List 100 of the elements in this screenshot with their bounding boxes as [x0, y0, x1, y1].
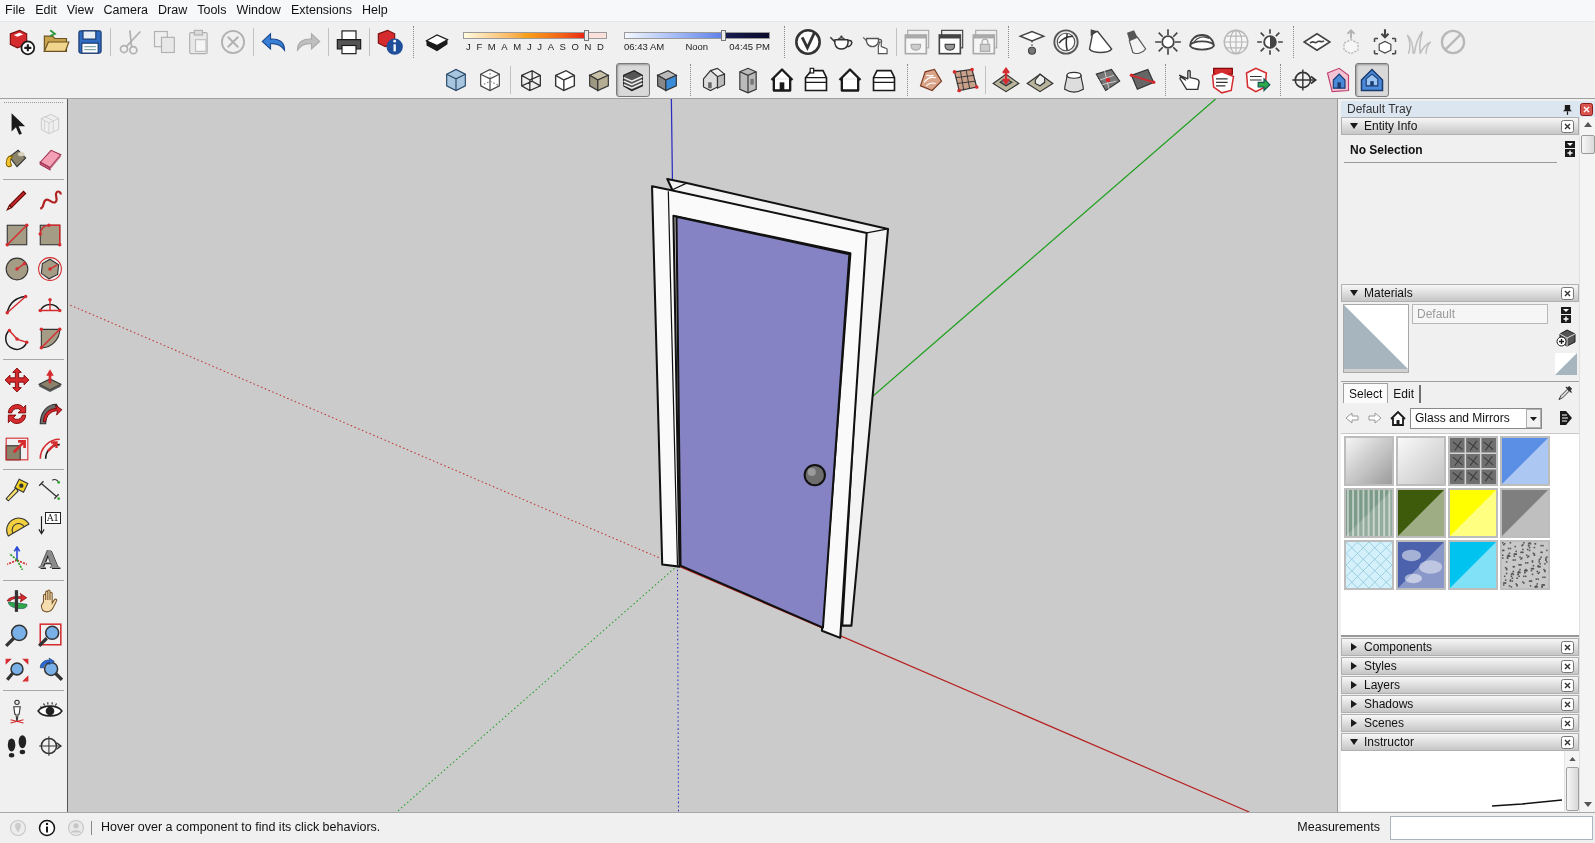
component-attributes-icon[interactable]: [1243, 65, 1271, 94]
sphere-icon[interactable]: [1052, 27, 1080, 56]
panel-header[interactable]: Styles: [1341, 657, 1579, 675]
v-circle-icon[interactable]: [794, 27, 822, 56]
house-outline-icon[interactable]: [836, 65, 864, 94]
component-options-icon[interactable]: [1209, 65, 1237, 94]
triangle-right-icon[interactable]: [1350, 643, 1358, 651]
triangle-right-icon[interactable]: [1350, 662, 1358, 670]
time-slider[interactable]: [624, 31, 770, 39]
measurements-field[interactable]: [1390, 815, 1593, 840]
box-down-arrow-icon[interactable]: [1371, 27, 1399, 56]
material-swatch[interactable]: [1344, 488, 1394, 538]
printer-icon[interactable]: [335, 27, 363, 56]
grid-mesh-icon[interactable]: [951, 65, 979, 94]
eyedropper-icon[interactable]: [1558, 385, 1573, 401]
pencil-icon[interactable]: [3, 187, 30, 214]
panel-tab[interactable]: Select: [1343, 383, 1389, 403]
scroll-up-arrow-icon[interactable]: [1568, 757, 1576, 761]
material-swatch[interactable]: [1396, 540, 1446, 590]
scroll-down-arrow-icon[interactable]: [1583, 802, 1592, 807]
menu-item[interactable]: Extensions: [285, 1, 358, 20]
triangle-right-icon[interactable]: [1350, 681, 1358, 689]
material-swatch[interactable]: [1448, 436, 1498, 486]
panel-header[interactable]: Layers: [1341, 676, 1579, 694]
slider-thumb[interactable]: [584, 29, 590, 41]
box-plus-icon[interactable]: [1556, 329, 1576, 347]
house-plane-icon[interactable]: [1324, 65, 1352, 94]
stack-plus-icon[interactable]: [1561, 307, 1571, 323]
rectangle-arc-icon[interactable]: [36, 221, 63, 248]
triangle-down-icon[interactable]: [1350, 738, 1358, 746]
stack-plus-icon[interactable]: [1565, 141, 1575, 157]
four-way-arrow-icon[interactable]: [3, 366, 30, 393]
collection-dropdown[interactable]: Glass and Mirrors: [1410, 407, 1542, 429]
caret-icon[interactable]: [1526, 408, 1541, 428]
slider-thumb[interactable]: [720, 29, 726, 41]
menu-item[interactable]: Camera: [98, 1, 154, 20]
material-swatch[interactable]: [1448, 488, 1498, 538]
menu-item[interactable]: View: [61, 1, 99, 20]
panel-header[interactable]: Components: [1341, 638, 1579, 656]
cone-icon[interactable]: [1086, 27, 1114, 56]
material-swatch[interactable]: [1396, 436, 1446, 486]
home-icon[interactable]: [1390, 410, 1406, 426]
scrollbar-thumb[interactable]: [1565, 767, 1579, 811]
scale-icon[interactable]: [3, 435, 30, 462]
details-arrow-icon[interactable]: [1559, 410, 1573, 426]
window-teapot-icon[interactable]: [937, 27, 965, 56]
material-swatch[interactable]: [1500, 436, 1550, 486]
terrain-arrow-icon[interactable]: [992, 65, 1020, 94]
info-icon[interactable]: [37, 818, 56, 837]
menu-item[interactable]: Edit: [30, 1, 62, 20]
close-icon[interactable]: [1561, 735, 1574, 749]
text-tool-button[interactable]: A1: [33, 507, 66, 542]
material-swatch[interactable]: [1448, 540, 1498, 590]
tape-measure-icon[interactable]: [3, 477, 30, 504]
material-swatch[interactable]: [1344, 540, 1394, 590]
triangle-down-icon[interactable]: [1350, 289, 1358, 297]
close-icon[interactable]: [1561, 659, 1574, 673]
info-icon[interactable]: [376, 27, 404, 56]
half-sun-icon[interactable]: [1256, 27, 1284, 56]
house-outline-icon[interactable]: [768, 65, 796, 94]
scrollbar[interactable]: [1579, 117, 1595, 812]
close-icon[interactable]: [1561, 678, 1574, 692]
panel-header[interactable]: Entity Info: [1341, 117, 1579, 135]
scrollbar-thumb[interactable]: [1580, 135, 1595, 154]
menu-item[interactable]: File: [0, 1, 31, 20]
scroll-up-arrow-icon[interactable]: [1583, 122, 1592, 127]
date-slider[interactable]: [463, 31, 607, 39]
close-icon[interactable]: [1561, 640, 1574, 654]
menu-item[interactable]: Window: [231, 1, 286, 20]
sun-icon[interactable]: [1154, 27, 1182, 56]
triangle-down-icon[interactable]: [1350, 122, 1358, 130]
polygon-icon[interactable]: [36, 256, 63, 283]
menu-item[interactable]: Tools: [192, 1, 232, 20]
material-swatch[interactable]: [1500, 488, 1550, 538]
menu-item[interactable]: Draw: [153, 1, 193, 20]
menu-item[interactable]: Help: [357, 1, 393, 20]
panel-header[interactable]: Scenes: [1341, 714, 1579, 732]
close-icon[interactable]: [1580, 102, 1593, 116]
magnifier-icon[interactable]: [3, 622, 30, 649]
triangle-right-icon[interactable]: [1350, 719, 1358, 727]
panel-header[interactable]: Instructor: [1341, 733, 1579, 751]
offset-arc-icon[interactable]: [36, 435, 63, 462]
triangle-right-icon[interactable]: [1350, 700, 1358, 708]
scrollbar[interactable]: [1564, 751, 1579, 811]
magnifier-arrows-icon[interactable]: [3, 656, 30, 683]
close-icon[interactable]: [1561, 697, 1574, 711]
document-plus-icon[interactable]: [8, 27, 36, 56]
panel-header[interactable]: Shadows: [1341, 695, 1579, 713]
pin-icon[interactable]: [1563, 103, 1572, 115]
house-side-icon[interactable]: [802, 65, 830, 94]
material-swatch[interactable]: [1500, 540, 1550, 590]
close-icon[interactable]: [1561, 286, 1574, 300]
material-swatch[interactable]: [1344, 436, 1394, 486]
rectangle-icon[interactable]: [3, 221, 30, 248]
circle-icon[interactable]: [3, 256, 30, 283]
magnifier-frame-icon[interactable]: [36, 622, 63, 649]
close-icon[interactable]: [1561, 119, 1574, 133]
close-icon[interactable]: [1561, 716, 1574, 730]
panel-header[interactable]: Materials: [1341, 284, 1579, 302]
house-icon[interactable]: [700, 65, 728, 94]
